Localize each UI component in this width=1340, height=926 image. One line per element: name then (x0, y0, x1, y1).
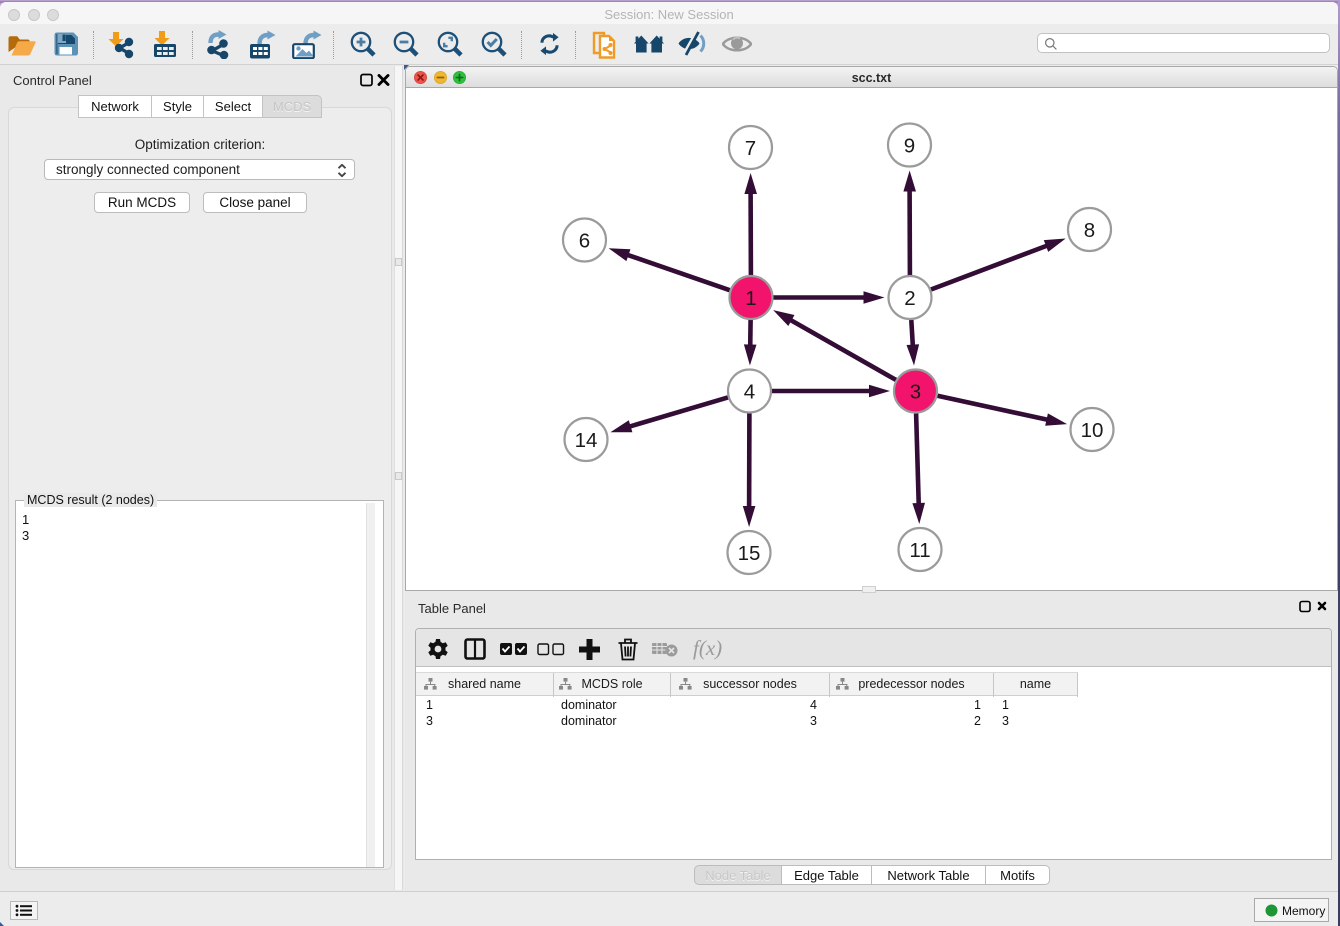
svg-text:7: 7 (745, 137, 756, 160)
svg-text:1: 1 (745, 287, 756, 310)
svg-text:2: 2 (904, 287, 915, 310)
svg-text:10: 10 (1081, 419, 1104, 442)
svg-text:8: 8 (1084, 219, 1095, 242)
svg-text:9: 9 (904, 134, 915, 157)
svg-text:15: 15 (738, 542, 761, 565)
svg-text:14: 14 (575, 429, 598, 452)
svg-text:6: 6 (579, 229, 590, 252)
svg-text:4: 4 (744, 380, 755, 403)
svg-text:3: 3 (910, 380, 921, 403)
svg-text:11: 11 (909, 539, 930, 562)
